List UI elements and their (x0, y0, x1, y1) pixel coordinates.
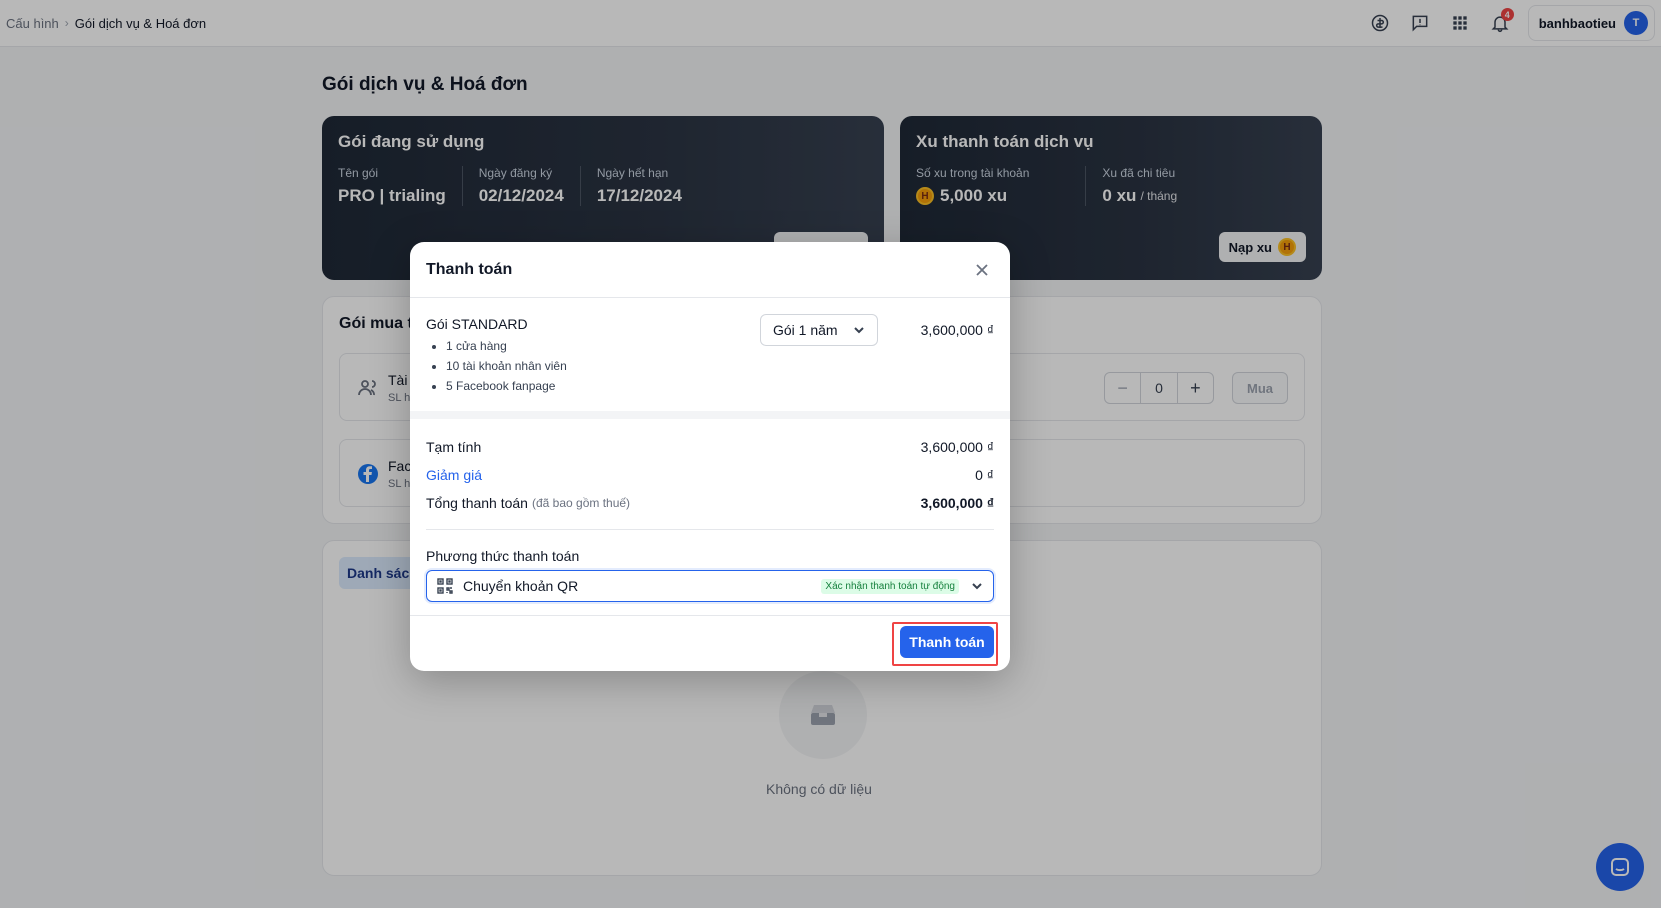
chevron-down-icon (972, 583, 982, 590)
pay-button[interactable]: Thanh toán (900, 626, 994, 658)
payment-modal: Thanh toán Gói STANDARD 1 cửa hàng 10 tà… (410, 242, 1010, 671)
plan-name: Gói STANDARD (426, 316, 528, 332)
total-note: (đã bao gồm thuế) (531, 496, 631, 510)
payment-method-section: Phương thức thanh toán Chuyển khoản QR X… (410, 530, 1010, 602)
close-icon[interactable] (970, 258, 994, 282)
plan-feature: 5 Facebook fanpage (446, 376, 994, 396)
total-row: Tổng thanh toán (đã bao gồm thuế) 3,600,… (426, 489, 994, 517)
payment-method-value: Chuyển khoản QR (463, 578, 579, 594)
discount-row: Giảm giá 0 ₫ (426, 461, 994, 489)
duration-value: Gói 1 năm (773, 322, 838, 338)
plan-feature: 1 cửa hàng (446, 336, 994, 356)
plan-features: 1 cửa hàng 10 tài khoản nhân viên 5 Face… (426, 336, 994, 396)
discount-link[interactable]: Giảm giá (426, 467, 482, 483)
payment-method-label: Phương thức thanh toán (426, 548, 580, 564)
duration-select[interactable]: Gói 1 năm (760, 314, 878, 346)
modal-title: Thanh toán (426, 260, 513, 278)
total-value: 3,600,000 ₫ (920, 495, 994, 511)
qr-code-icon (437, 578, 453, 594)
discount-value: 0 ₫ (975, 467, 994, 483)
chevron-down-icon (854, 327, 864, 334)
summary: Tạm tính 3,600,000 ₫ Giảm giá 0 ₫ Tổng t… (410, 419, 1010, 517)
payment-method-select[interactable]: Chuyển khoản QR Xác nhận thanh toán tự đ… (426, 570, 994, 602)
plan-section: Gói STANDARD 1 cửa hàng 10 tài khoản nhâ… (410, 298, 1010, 411)
subtotal-value: 3,600,000 ₫ (920, 439, 994, 455)
subtotal-row: Tạm tính 3,600,000 ₫ (426, 433, 994, 461)
total-label: Tổng thanh toán (426, 495, 528, 511)
section-divider (410, 411, 1010, 419)
modal-header: Thanh toán (410, 242, 1010, 298)
plan-feature: 10 tài khoản nhân viên (446, 356, 994, 376)
auto-confirm-badge: Xác nhận thanh toán tự động (821, 578, 959, 594)
subtotal-label: Tạm tính (426, 439, 482, 455)
modal-footer: Thanh toán (410, 615, 1010, 671)
plan-price: 3,600,000 ₫ (920, 322, 994, 338)
